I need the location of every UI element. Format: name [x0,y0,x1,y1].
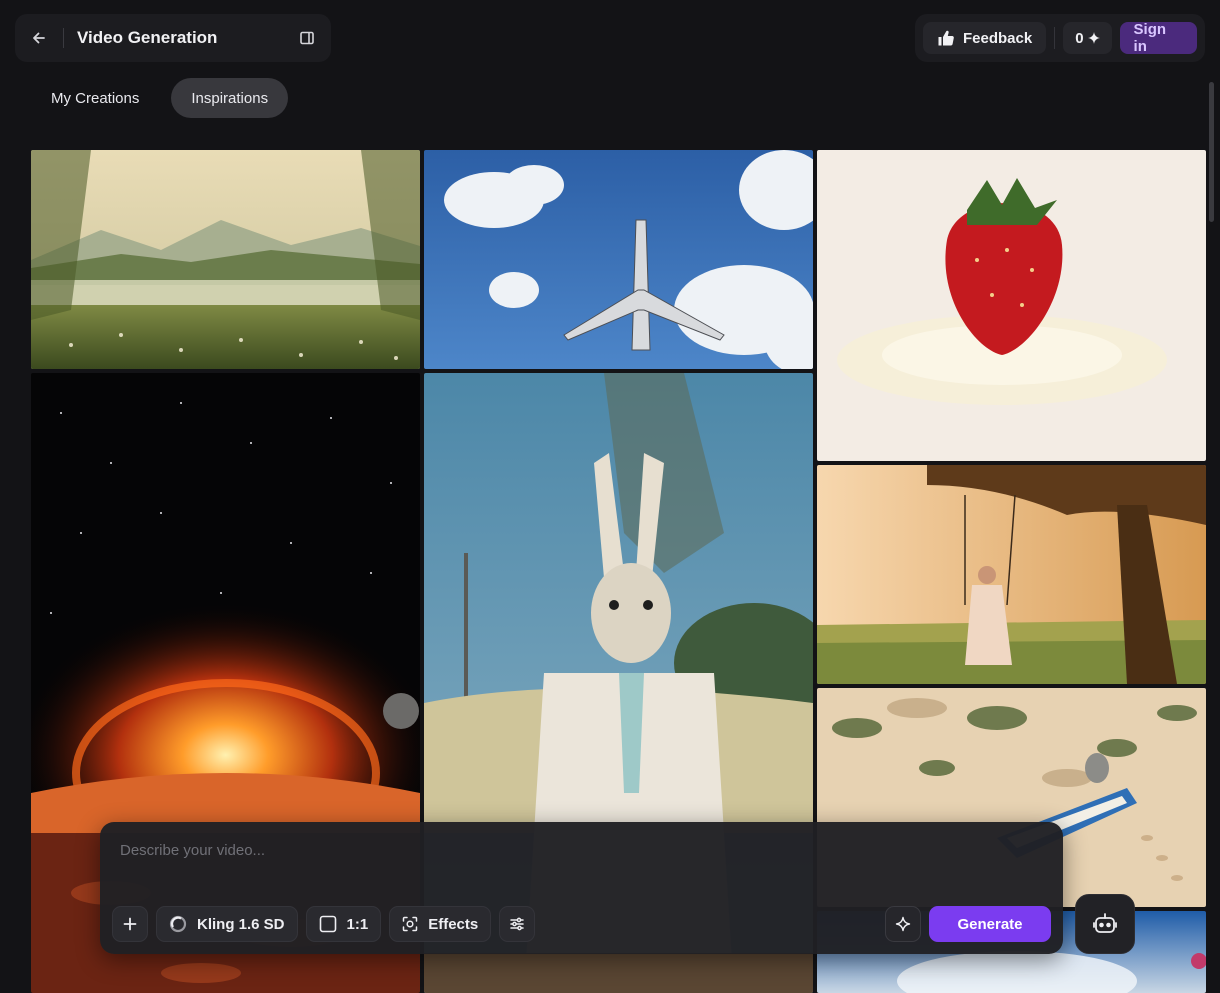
model-select-button[interactable]: Kling 1.6 SD [156,906,298,942]
prompt-composer: Kling 1.6 SD 1:1 Effects Generate [100,822,1063,954]
sparkle-enhance-icon [895,916,911,932]
page-title: Video Generation [77,28,218,47]
credits-badge[interactable]: 0 [1063,22,1112,54]
arrow-left-icon [33,32,45,44]
model-label: Kling 1.6 SD [197,915,285,933]
header-actions: Feedback 0 Sign in [915,14,1205,62]
gallery-item-girl-on-swing[interactable] [817,465,1206,684]
square-ratio-icon [319,915,336,933]
tab-my-creations[interactable]: My Creations [31,78,159,118]
effects-button[interactable]: Effects [389,906,492,942]
feedback-label: Feedback [963,29,1033,47]
strawberry-cream-image [817,150,1206,461]
gallery-item-airplane-sky[interactable] [424,150,813,369]
generate-button[interactable]: Generate [929,906,1051,942]
assistant-button[interactable] [1075,894,1135,954]
model-logo-icon [169,915,187,933]
thumbs-up-icon [938,30,954,46]
page-scrollbar[interactable] [1209,82,1214,222]
airplane-sky-image [424,150,813,369]
sliders-icon [510,917,524,931]
aspect-ratio-button[interactable]: 1:1 [305,906,382,942]
aspect-ratio-label: 1:1 [346,915,369,933]
gallery-item-strawberry-cream[interactable] [817,150,1206,461]
credits-value: 0 [1075,29,1084,47]
prompt-input[interactable] [120,842,1040,902]
header-divider [63,28,64,48]
effects-scan-icon [402,916,418,932]
header-separator [1054,27,1056,49]
gallery-tabs: My Creations Inspirations [31,78,289,118]
prompt-toolbar: Kling 1.6 SD 1:1 Effects [112,906,536,942]
sidebar-toggle-icon [300,31,314,45]
tab-inspirations[interactable]: Inspirations [171,78,289,118]
girl-on-swing-image [817,465,1206,684]
sparkle-icon [1087,32,1100,44]
plus-icon [123,917,137,931]
effects-label: Effects [428,915,479,933]
feedback-button[interactable]: Feedback [923,22,1047,54]
gallery-item-lake-landscape[interactable] [31,150,420,369]
lake-landscape-image [31,150,420,369]
add-attachment-button[interactable] [112,906,148,942]
robot-icon [1093,913,1117,933]
title-card: Video Generation [15,14,331,62]
sign-in-button[interactable]: Sign in [1119,21,1197,55]
sidebar-toggle-button[interactable] [283,14,331,62]
settings-button[interactable] [499,906,536,942]
back-button[interactable] [15,14,63,62]
enhance-prompt-button[interactable] [885,906,921,942]
